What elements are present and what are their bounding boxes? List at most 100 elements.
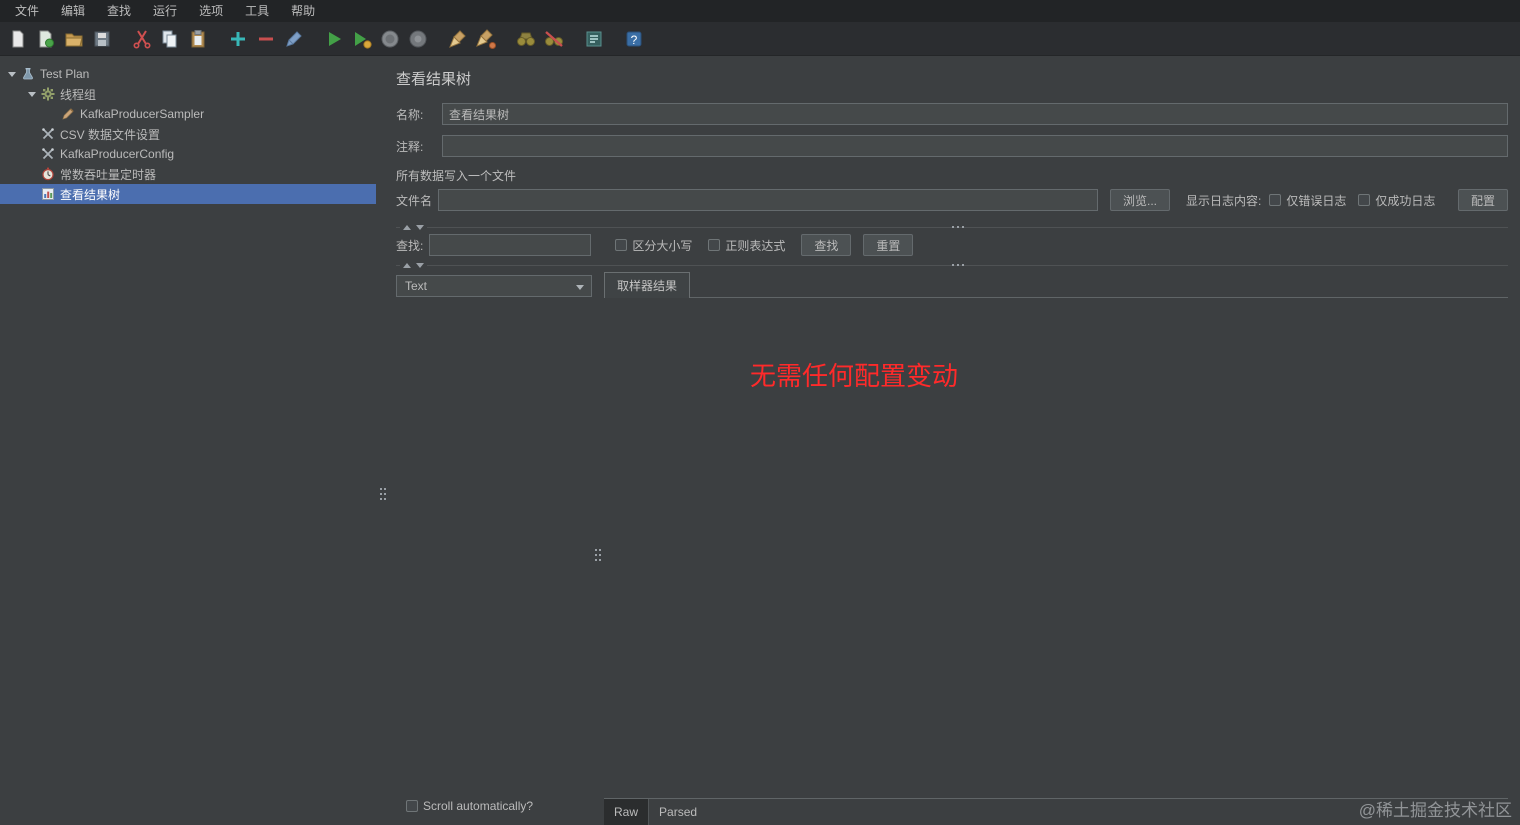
stop-icon [381, 30, 399, 47]
chevron-down-icon[interactable] [4, 66, 20, 82]
test-plan-icon [20, 66, 36, 82]
save-button[interactable] [89, 26, 115, 52]
save-icon [94, 31, 110, 46]
reset-button[interactable]: 重置 [863, 234, 914, 256]
menu-tools[interactable]: 工具 [234, 0, 280, 22]
scroll-automatically-checkbox[interactable] [406, 800, 418, 812]
start-no-timers-button[interactable] [349, 26, 375, 52]
watermark: @稀土掘金技术社区 [1358, 801, 1512, 820]
tree-item-constant-throughput-timer[interactable]: 常数吞吐量定时器 [0, 164, 376, 184]
paste-button[interactable] [185, 26, 211, 52]
tab-sampler-result[interactable]: 取样器结果 [604, 272, 691, 298]
toolbar: ? [0, 22, 1520, 56]
filename-input[interactable] [438, 189, 1099, 211]
success-only-checkbox[interactable] [1358, 194, 1371, 206]
chevron-down-icon[interactable] [24, 86, 40, 102]
function-helper-icon [586, 31, 602, 46]
config-element-icon [40, 146, 56, 162]
menu-file[interactable]: 文件 [4, 0, 50, 22]
tree-item-thread-group[interactable]: 线程组 [0, 84, 376, 104]
splitter-grip-icon[interactable] [380, 488, 382, 490]
tree-item-kafka-producer-config[interactable]: KafkaProducerConfig [0, 144, 376, 164]
tree-item-view-results-tree[interactable]: 查看结果树 [0, 184, 376, 204]
menu-help[interactable]: 帮助 [280, 0, 326, 22]
errors-only-checkbox[interactable] [1269, 194, 1282, 206]
regex-checkbox[interactable] [708, 239, 721, 251]
tree-item-label: Test Plan [40, 67, 90, 81]
menu-options[interactable]: 选项 [188, 0, 234, 22]
start-button[interactable] [321, 26, 347, 52]
collapse-down-icon[interactable] [416, 224, 424, 230]
help-icon: ? [626, 31, 642, 47]
timer-clock-icon [40, 166, 56, 182]
menu-run[interactable]: 运行 [142, 0, 188, 22]
new-file-button[interactable] [5, 26, 31, 52]
results-vertical-splitter[interactable] [592, 273, 604, 825]
clear-button[interactable] [445, 26, 471, 52]
function-helper-button[interactable] [581, 26, 607, 52]
search-splitter[interactable] [396, 221, 1508, 233]
copy-button[interactable] [157, 26, 183, 52]
filename-label: 文件名 [396, 193, 433, 208]
results-tree-pane: Text Scroll automatically? [396, 273, 592, 825]
add-element-button[interactable] [225, 26, 251, 52]
config-element-icon [40, 126, 56, 142]
results-splitter[interactable] [396, 259, 1508, 271]
tree-item-csv-data-set-config[interactable]: CSV 数据文件设置 [0, 124, 376, 144]
tab-parsed[interactable]: Parsed [649, 799, 707, 825]
tree-main-splitter[interactable] [376, 56, 390, 825]
scroll-automatically-wrap: Scroll automatically? [406, 799, 592, 813]
tree-item-kafka-producer-sampler[interactable]: KafkaProducerSampler [0, 104, 376, 124]
search-input[interactable] [429, 234, 592, 256]
copy-icon [162, 30, 177, 47]
splitter-grip-icon[interactable] [595, 549, 597, 551]
regex-checkbox-wrap: 正则表达式 [708, 237, 785, 254]
comment-row: 注释: [396, 135, 1508, 157]
renderer-select[interactable]: Text [396, 275, 592, 297]
tree-item-label: 线程组 [60, 87, 97, 102]
new-from-template-button[interactable] [33, 26, 59, 52]
menu-edit[interactable]: 编辑 [50, 0, 96, 22]
renderer-selected-value: Text [405, 279, 428, 293]
name-input[interactable] [442, 103, 1508, 125]
binoculars-reset-icon [545, 30, 563, 47]
svg-text:?: ? [631, 33, 638, 47]
name-label: 名称: [396, 107, 424, 122]
configure-button[interactable]: 配置 [1457, 189, 1508, 211]
search-label: 查找: [396, 238, 424, 253]
splitter-collapse-buttons [400, 224, 427, 230]
cut-button[interactable] [129, 26, 155, 52]
case-sensitive-label: 区分大小写 [632, 238, 693, 253]
tree-item-label: CSV 数据文件设置 [60, 127, 161, 142]
case-sensitive-checkbox[interactable] [615, 239, 628, 251]
name-row: 名称: [396, 103, 1508, 125]
clear-all-button[interactable] [473, 26, 499, 52]
remove-element-button[interactable] [253, 26, 279, 52]
comment-input[interactable] [442, 135, 1508, 157]
results-area: Text Scroll automatically? 取样器结果 无需任何配置变… [396, 272, 1508, 825]
search-reset-button-toolbar[interactable] [541, 26, 567, 52]
toggle-element-button[interactable] [281, 26, 307, 52]
collapse-up-icon[interactable] [403, 224, 411, 230]
results-tree-chart-icon [40, 186, 56, 202]
help-button[interactable]: ? [621, 26, 647, 52]
display-log-label: 显示日志内容: [1186, 193, 1262, 208]
open-file-button[interactable] [61, 26, 87, 52]
shutdown-button[interactable] [405, 26, 431, 52]
find-button[interactable]: 查找 [801, 234, 852, 256]
tab-raw[interactable]: Raw [604, 799, 650, 825]
stop-button[interactable] [377, 26, 403, 52]
collapse-down-icon[interactable] [416, 262, 424, 268]
tree-item-test-plan[interactable]: Test Plan [0, 64, 376, 84]
search-button-toolbar[interactable] [513, 26, 539, 52]
sampler-result-content: 无需任何配置变动 [604, 298, 1508, 798]
menu-search[interactable]: 查找 [96, 0, 142, 22]
errors-only-checkbox-wrap: 仅错误日志 [1269, 192, 1346, 209]
no-config-change-message: 无需任何配置变动 [750, 361, 959, 391]
search-row: 查找: 区分大小写 正则表达式 查找 重置 [396, 233, 1508, 257]
splitter-grip-icon[interactable] [952, 264, 954, 266]
splitter-grip-icon[interactable] [952, 226, 954, 228]
browse-button[interactable]: 浏览... [1110, 189, 1171, 211]
collapse-up-icon[interactable] [403, 262, 411, 268]
